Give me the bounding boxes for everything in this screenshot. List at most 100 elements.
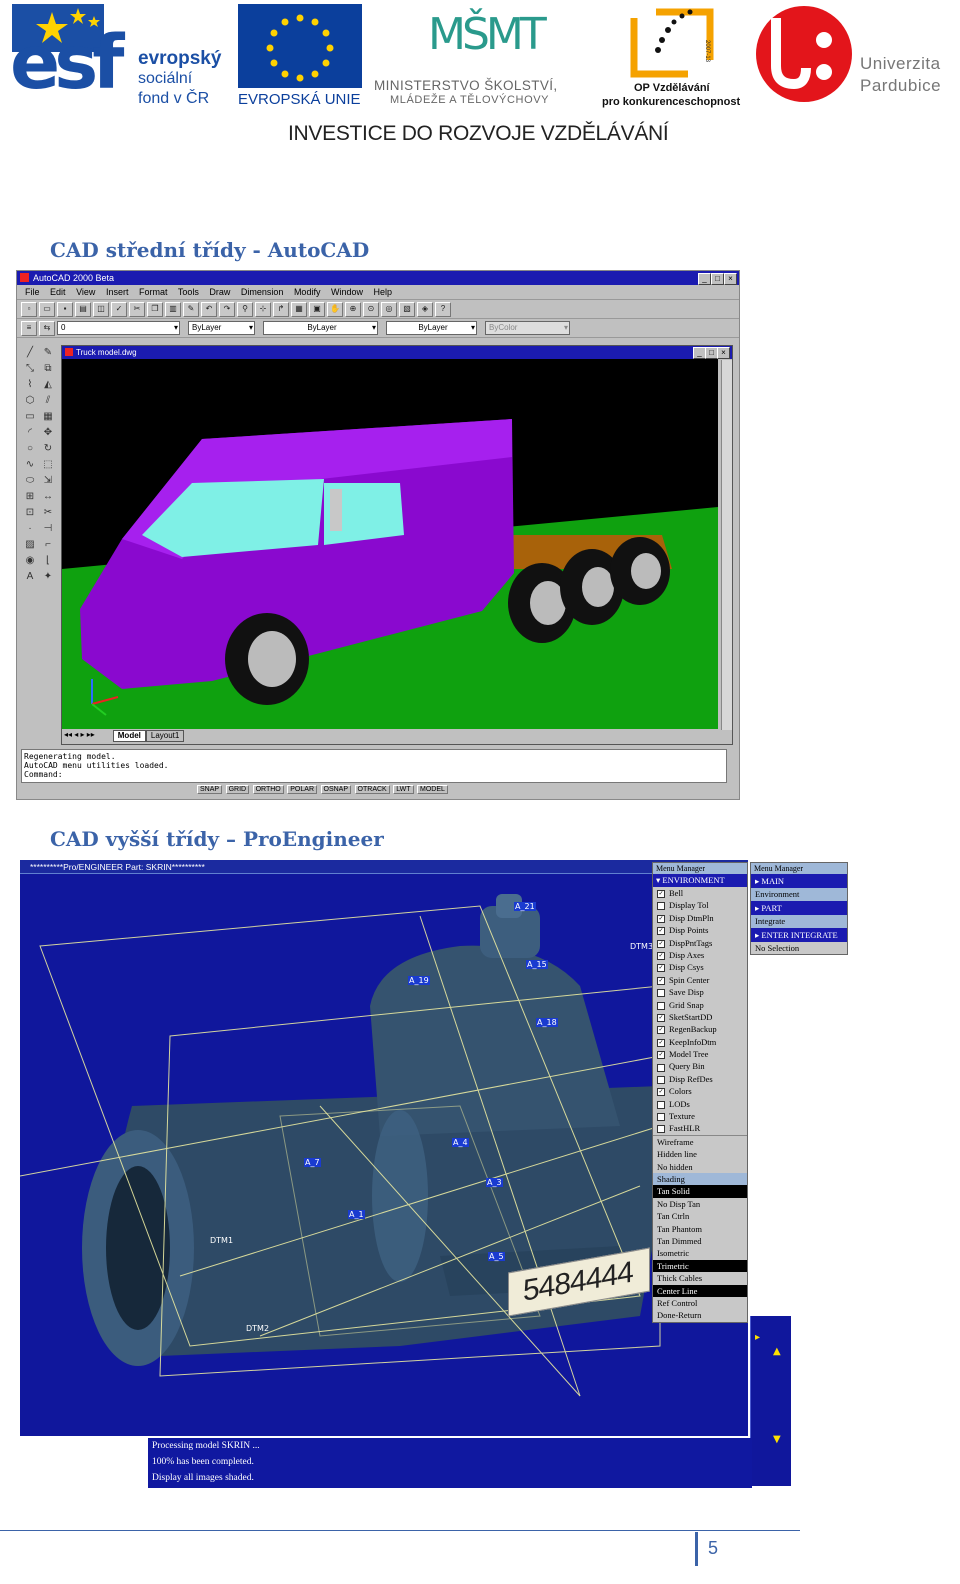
tab-nav-icon[interactable]: ◂◂ ◂ ▸ ▸▸ xyxy=(64,730,95,742)
datum-label-dtm3[interactable]: DTM3 xyxy=(630,942,653,951)
checkbox-checked-icon[interactable]: ✓ xyxy=(657,952,665,960)
lineweight-combo[interactable]: ByLayer xyxy=(386,321,477,335)
layer-combo[interactable]: 0 xyxy=(57,321,180,335)
proe-graphics[interactable]: **********Pro/ENGINEER Part: SKRIN******… xyxy=(20,860,748,1436)
point-icon[interactable]: · xyxy=(21,523,39,539)
copy-icon[interactable]: ❐ xyxy=(147,301,163,317)
env-option-keepinfodtm[interactable]: ✓ KeepInfoDtm xyxy=(653,1036,747,1048)
save-icon[interactable]: ▪ xyxy=(57,301,73,317)
env-mode-tan-solid[interactable]: Tan Solid xyxy=(653,1185,747,1198)
datum-label-dtm2[interactable]: DTM2 xyxy=(246,1324,269,1333)
env-mode-no-disp-tan[interactable]: No Disp Tan xyxy=(653,1198,747,1210)
render-icon[interactable]: ◈ xyxy=(417,301,433,317)
pan-icon[interactable]: ✋ xyxy=(327,301,343,317)
env-mode-thick-cables[interactable]: Thick Cables xyxy=(653,1272,747,1284)
tab-model[interactable]: Model xyxy=(112,730,146,742)
zoom-previous-icon[interactable]: ◎ xyxy=(381,301,397,317)
command-window[interactable]: Regenerating model. AutoCAD menu utiliti… xyxy=(21,749,727,783)
env-mode-isometric[interactable]: Isometric xyxy=(653,1247,747,1259)
datum-label-a5[interactable]: A_5 xyxy=(488,1252,505,1261)
open-icon[interactable]: ▭ xyxy=(39,301,55,317)
move-icon[interactable]: ✥ xyxy=(39,427,57,443)
linetype-combo[interactable]: ByLayer xyxy=(263,321,378,335)
env-mode-wireframe[interactable]: Wireframe xyxy=(653,1136,747,1148)
status-model[interactable]: MODEL xyxy=(417,785,448,794)
env-mode-done-return[interactable]: Done-Return xyxy=(653,1309,747,1321)
env-option-sketstartdd[interactable]: ✓ SketStartDD xyxy=(653,1011,747,1023)
env-option-save-disp[interactable]: Save Disp xyxy=(653,986,747,998)
checkbox-checked-icon[interactable]: ✓ xyxy=(657,976,665,985)
env-option-query-bin[interactable]: Query Bin xyxy=(653,1060,747,1072)
status-snap[interactable]: SNAP xyxy=(197,785,223,794)
status-osnap[interactable]: OSNAP xyxy=(320,785,352,794)
maximize-button[interactable]: □ xyxy=(711,273,724,285)
insert-block-icon[interactable]: ⊞ xyxy=(21,491,39,507)
env-option-fasthlr[interactable]: FastHLR xyxy=(653,1122,747,1134)
menu-environment-title[interactable]: ▾ ENVIRONMENT xyxy=(653,874,747,887)
preview-icon[interactable]: ◫ xyxy=(93,301,109,317)
datum-label-a3[interactable]: A_3 xyxy=(486,1178,503,1187)
help-icon[interactable]: ? xyxy=(435,301,451,317)
checkbox-checked-icon[interactable]: ✓ xyxy=(657,1038,665,1047)
env-mode-tan-phantom[interactable]: Tan Phantom xyxy=(653,1223,747,1235)
datum-label-a15[interactable]: A_15 xyxy=(526,960,548,969)
env-option-disppnttags[interactable]: ✓ DispPntTags xyxy=(653,937,747,949)
checkbox-icon[interactable] xyxy=(657,989,665,998)
status-grid[interactable]: GRID xyxy=(225,785,250,794)
scroll-down-icon[interactable]: ▼ xyxy=(773,1434,781,1445)
datum-label-dtm1[interactable]: DTM1 xyxy=(210,1236,233,1245)
menu-help[interactable]: Help xyxy=(374,287,393,297)
paste-icon[interactable]: ▥ xyxy=(165,301,181,317)
env-option-disp-refdes[interactable]: Disp RefDes xyxy=(653,1073,747,1085)
checkbox-icon[interactable] xyxy=(657,902,665,911)
extend-icon[interactable]: ⊣ xyxy=(39,523,57,539)
lengthen-icon[interactable]: ↔ xyxy=(39,491,57,507)
zoom-realtime-icon[interactable]: ⊕ xyxy=(345,301,361,317)
menu-modify[interactable]: Modify xyxy=(294,287,321,297)
env-option-model-tree[interactable]: ✓ Model Tree xyxy=(653,1048,747,1060)
env-mode-center-line[interactable]: Center Line xyxy=(653,1284,747,1297)
layers-icon[interactable]: ≡ xyxy=(21,320,37,336)
menu-edit[interactable]: Edit xyxy=(50,287,66,297)
menu-insert[interactable]: Insert xyxy=(106,287,129,297)
zoom-window-icon[interactable]: ⊙ xyxy=(363,301,379,317)
hatch-icon[interactable]: ▨ xyxy=(21,539,39,555)
snap-icon[interactable]: ⊹ xyxy=(255,301,271,317)
named-views-icon[interactable]: ▧ xyxy=(399,301,415,317)
checkbox-icon[interactable] xyxy=(657,1063,665,1072)
hyperlink-icon[interactable]: ⚲ xyxy=(237,301,253,317)
env-option-disp-axes[interactable]: ✓ Disp Axes xyxy=(653,949,747,961)
copy-object-icon[interactable]: ⧉ xyxy=(39,363,57,379)
adcenter-icon[interactable]: ▦ xyxy=(291,301,307,317)
env-option-lods[interactable]: LODs xyxy=(653,1098,747,1110)
main-menu-environment[interactable]: Environment xyxy=(751,888,847,901)
menu-view[interactable]: View xyxy=(76,287,95,297)
checkbox-icon[interactable] xyxy=(657,1001,665,1010)
env-mode-tan-dimmed[interactable]: Tan Dimmed xyxy=(653,1235,747,1247)
main-menu-enter-integrate[interactable]: ▸ ENTER INTEGRATE xyxy=(751,927,847,942)
rectangle-icon[interactable]: ▭ xyxy=(21,411,39,427)
env-mode-shading[interactable]: Shading xyxy=(653,1172,747,1186)
array-icon[interactable]: ▦ xyxy=(39,411,57,427)
stretch-icon[interactable]: ⇲ xyxy=(39,475,57,491)
env-option-grid-snap[interactable]: Grid Snap xyxy=(653,999,747,1011)
region-icon[interactable]: ◉ xyxy=(21,555,39,571)
env-option-colors[interactable]: ✓ Colors xyxy=(653,1085,747,1097)
menu-draw[interactable]: Draw xyxy=(209,287,230,297)
menu-format[interactable]: Format xyxy=(139,287,168,297)
menu-window[interactable]: Window xyxy=(331,287,363,297)
xline-icon[interactable]: ⤡ xyxy=(21,363,39,379)
erase-icon[interactable]: ✎ xyxy=(39,347,57,363)
datum-label-a21[interactable]: A_21 xyxy=(514,902,536,911)
checkbox-checked-icon[interactable]: ✓ xyxy=(657,914,665,923)
circle-icon[interactable]: ○ xyxy=(21,443,39,459)
env-mode-tan-ctrln[interactable]: Tan Ctrln xyxy=(653,1210,747,1222)
checkbox-checked-icon[interactable]: ✓ xyxy=(657,1051,665,1060)
datum-label-a4[interactable]: A_4 xyxy=(452,1138,469,1147)
drawing-close-button[interactable]: × xyxy=(717,347,730,359)
checkbox-checked-icon[interactable]: ✓ xyxy=(657,927,665,936)
status-otrack[interactable]: OTRACK xyxy=(354,785,390,794)
close-button[interactable]: × xyxy=(724,273,737,285)
menu-file[interactable]: File xyxy=(25,287,40,297)
tab-layout1[interactable]: Layout1 xyxy=(145,730,185,742)
